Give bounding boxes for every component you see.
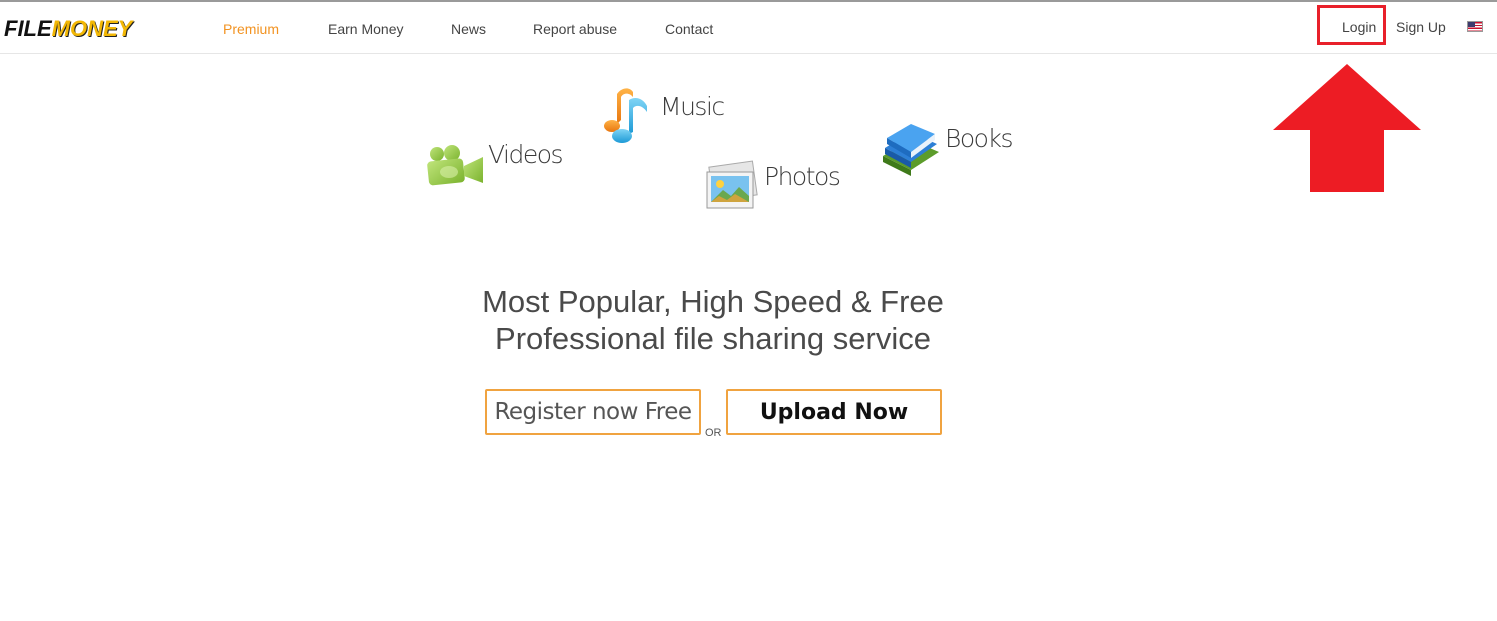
video-camera-icon [427,145,483,186]
signup-link[interactable]: Sign Up [1396,19,1446,35]
nav-earn-money[interactable]: Earn Money [328,21,403,37]
red-arrow-up-icon [1273,64,1421,192]
hero-headline: Most Popular, High Speed & Free Professi… [463,283,963,357]
upload-now-button[interactable]: Upload Now [726,389,942,435]
login-highlight-box [1317,5,1386,45]
hero-line-1: Most Popular, High Speed & Free [482,284,944,319]
books-icon [883,124,939,176]
photos-icon [706,160,758,209]
logo-file-text: FILE [4,16,52,41]
or-separator: OR [705,427,722,439]
nav-news[interactable]: News [451,21,486,37]
category-books-label: Books [945,124,1013,153]
nav-report-abuse[interactable]: Report abuse [533,21,617,37]
category-photos-label: Photos [764,162,841,191]
nav-contact[interactable]: Contact [665,21,713,37]
register-button[interactable]: Register now Free [485,389,701,435]
us-flag-icon[interactable] [1467,21,1483,32]
filemoney-logo[interactable]: FILEMONEY [4,16,132,42]
logo-money-text: MONEY [51,16,133,41]
nav-premium[interactable]: Premium [223,21,279,37]
header: FILEMONEY Premium Earn Money News Report… [0,2,1497,54]
music-note-icon [604,88,647,143]
hero-line-2: Professional file sharing service [495,321,931,356]
category-music-label: Music [660,92,725,121]
category-videos-label: Videos [488,140,564,169]
